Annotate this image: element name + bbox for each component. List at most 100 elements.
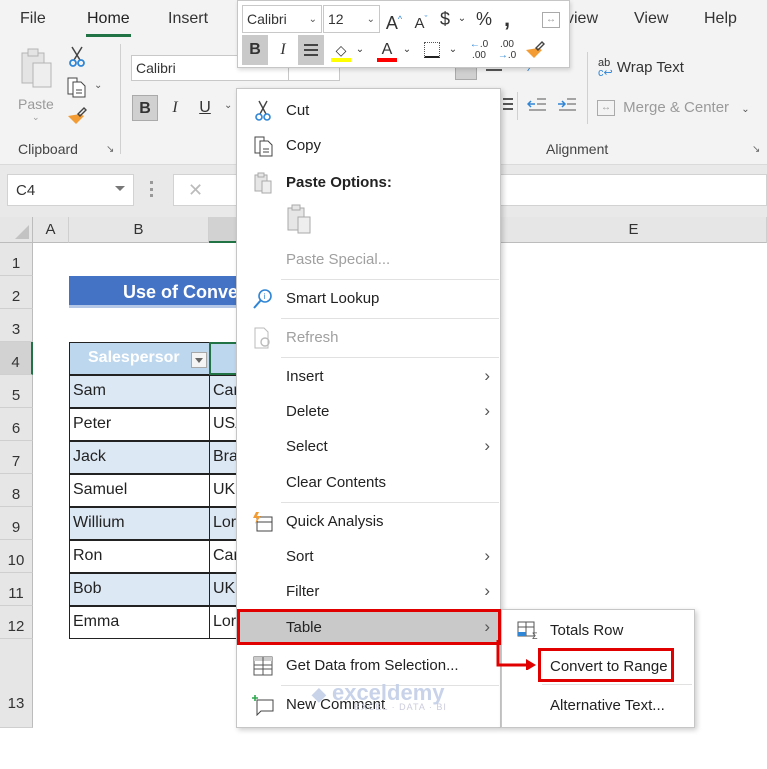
sheet-title-banner[interactable]: Use of Conve (69, 276, 241, 308)
table-cell-salesperson[interactable]: Emma (69, 606, 210, 639)
column-header-e[interactable]: E (501, 217, 767, 243)
increase-indent-icon[interactable] (557, 97, 577, 113)
alignment-launcher-icon[interactable]: ↘ (752, 145, 762, 155)
underline-button[interactable]: U (192, 95, 218, 121)
menu-item-select[interactable]: Select › (237, 431, 500, 463)
paste-dropdown-icon[interactable]: ⌄ (32, 112, 58, 123)
borders-button[interactable] (419, 35, 445, 65)
formula-bar-grip-icon[interactable] (150, 181, 153, 197)
paste-option-button[interactable] (285, 203, 315, 237)
table-cell-salesperson[interactable]: Jack (69, 441, 210, 474)
menu-item-paste-special[interactable]: Paste Special... (237, 244, 500, 276)
menu-item-new-comment[interactable]: New Comment (237, 689, 500, 721)
merge-icon: ↔ (597, 100, 615, 117)
menu-item-smart-lookup[interactable]: i Smart Lookup (237, 283, 500, 315)
row-header-1[interactable]: 1 (0, 243, 33, 276)
currency-button[interactable]: $ (436, 5, 454, 33)
mini-font-name[interactable]: Calibri ⌄ (242, 5, 322, 33)
menu-item-sort[interactable]: Sort › (237, 541, 500, 573)
table-cell-salesperson[interactable]: Bob (69, 573, 210, 606)
percent-button[interactable]: % (472, 5, 496, 33)
decrease-indent-icon[interactable] (527, 97, 547, 113)
fill-color-button[interactable]: ◇ (328, 35, 354, 65)
cut-icon[interactable] (68, 46, 86, 68)
table-header-salesperson[interactable]: Salespersor (69, 342, 210, 375)
decrease-decimal-button[interactable]: .00 →.0 (494, 35, 520, 65)
menu-item-insert[interactable]: Insert › (237, 361, 500, 393)
column-header-b[interactable]: B (69, 217, 209, 243)
tab-help[interactable]: Help (704, 10, 737, 28)
tab-insert[interactable]: Insert (168, 10, 208, 28)
increase-font-size-button[interactable]: A^ (383, 5, 405, 33)
tab-file[interactable]: File (20, 10, 46, 28)
clipboard-group-label: Clipboard (18, 141, 78, 157)
column-header-a[interactable]: A (33, 217, 69, 243)
menu-item-clear-contents[interactable]: Clear Contents (237, 467, 500, 499)
group-divider (120, 44, 121, 154)
row-header-13[interactable]: 13 (0, 639, 33, 728)
select-all-corner[interactable] (0, 217, 33, 243)
wrap-text-button[interactable]: ab c↩ Wrap Text (598, 58, 684, 79)
filter-dropdown-button[interactable] (191, 352, 207, 368)
align-right-button[interactable] (503, 98, 513, 100)
comma-style-button[interactable]: , (500, 5, 514, 33)
decrease-font-size-button[interactable]: Aˇ (410, 5, 432, 33)
row-header-3[interactable]: 3 (0, 309, 33, 342)
underline-dropdown-icon[interactable]: ⌄ (224, 100, 232, 111)
row-header-5[interactable]: 5 (0, 375, 33, 408)
borders-dropdown-icon[interactable]: ⌄ (447, 35, 459, 65)
table-cell-salesperson[interactable]: Willium (69, 507, 210, 540)
mini-bold-button[interactable]: B (242, 35, 268, 65)
bold-button[interactable]: B (132, 95, 158, 121)
tab-review[interactable]: view (566, 10, 598, 28)
tab-home[interactable]: Home (86, 10, 131, 37)
merge-dropdown-icon[interactable]: ⌄ (741, 104, 749, 115)
table-cell-salesperson[interactable]: Sam (69, 375, 210, 408)
table-cell-salesperson[interactable]: Samuel (69, 474, 210, 507)
row-header-11[interactable]: 11 (0, 573, 33, 606)
clipboard-launcher-icon[interactable]: ↘ (106, 145, 116, 155)
tab-view[interactable]: View (634, 10, 668, 28)
row-header-4[interactable]: 4 (0, 342, 33, 375)
merge-center-button[interactable]: ↔ Merge & Center ⌄ (597, 99, 750, 117)
menu-item-filter[interactable]: Filter › (237, 576, 500, 608)
table-cell-salesperson[interactable]: Ron (69, 540, 210, 573)
mini-font-size[interactable]: 12 ⌄ (323, 5, 380, 33)
name-box[interactable]: C4 (7, 174, 134, 206)
copy-dropdown-icon[interactable]: ⌄ (94, 80, 102, 91)
mini-italic-button[interactable]: I (270, 35, 296, 65)
mini-format-painter-button[interactable] (522, 35, 548, 65)
font-color-dropdown-icon[interactable]: ⌄ (401, 35, 413, 65)
menu-separator (281, 279, 499, 280)
column-header-c[interactable]: C (209, 217, 239, 243)
mini-center-align-button[interactable] (298, 35, 324, 65)
row-header-10[interactable]: 10 (0, 540, 33, 573)
menu-label: Delete (286, 403, 330, 420)
format-painter-icon[interactable] (66, 106, 88, 126)
row-header-12[interactable]: 12 (0, 606, 33, 639)
paste-button[interactable]: Paste ⌄ (18, 47, 58, 127)
copy-icon[interactable] (66, 76, 88, 98)
row-header-2[interactable]: 2 (0, 276, 33, 309)
menu-item-quick-analysis[interactable]: Quick Analysis (237, 506, 500, 538)
menu-item-delete[interactable]: Delete › (237, 396, 500, 428)
increase-decimal-button[interactable]: ←.0.00 (466, 35, 492, 65)
menu-item-refresh[interactable]: Refresh (237, 322, 500, 354)
row-header-9[interactable]: 9 (0, 507, 33, 540)
submenu-item-alternative-text[interactable]: Alternative Text... (502, 689, 694, 721)
row-header-6[interactable]: 6 (0, 408, 33, 441)
fill-color-dropdown-icon[interactable]: ⌄ (354, 35, 366, 65)
cancel-icon[interactable]: ✕ (188, 180, 203, 201)
row-header-8[interactable]: 8 (0, 474, 33, 507)
row-header-7[interactable]: 7 (0, 441, 33, 474)
menu-item-cut[interactable]: Cut (237, 95, 500, 127)
currency-dropdown-icon[interactable]: ⌄ (456, 5, 468, 33)
table-cell-salesperson[interactable]: Peter (69, 408, 210, 441)
menu-item-copy[interactable]: Copy (237, 130, 500, 162)
name-box-dropdown-icon[interactable] (115, 186, 125, 191)
merge-cells-button[interactable]: ↔ (540, 5, 562, 33)
italic-button[interactable]: I (162, 95, 188, 121)
menu-item-get-data-from-selection[interactable]: Get Data from Selection... (237, 650, 500, 682)
font-color-button[interactable]: A (374, 35, 400, 65)
menu-item-table[interactable]: Table › (237, 612, 500, 644)
